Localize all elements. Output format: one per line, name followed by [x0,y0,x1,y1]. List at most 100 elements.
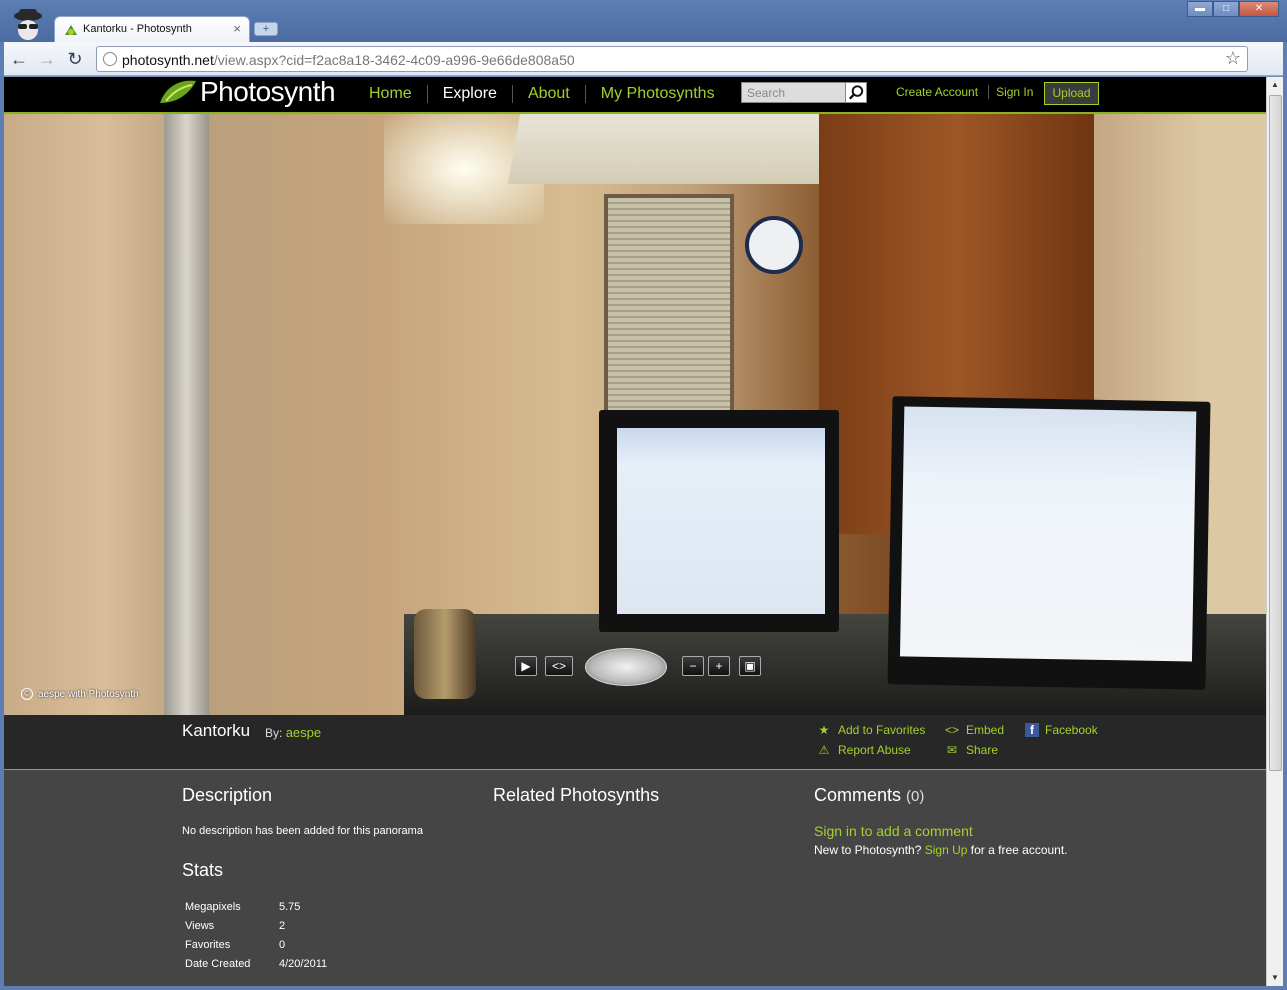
browser-toolbar: ← → ↻ photosynth.net/view.aspx?cid=f2ac8… [0,42,1287,109]
address-url[interactable]: photosynth.net/view.aspx?cid=f2ac8a18-34… [122,52,575,68]
description-text: No description has been added for this p… [182,825,423,837]
free-account-text: for a free account. [970,843,1068,857]
search-icon[interactable] [845,83,866,102]
star-icon: ★ [818,723,830,737]
comments-heading: Comments [814,785,902,805]
stats-row: Favorites 0 [185,935,327,954]
upload-button[interactable]: Upload [1044,82,1099,105]
navigation-orb[interactable] [585,648,667,686]
reload-icon[interactable]: ↻ [64,48,86,70]
nav-my-photosynths[interactable]: My Photosynths [586,85,730,103]
fullscreen-icon[interactable]: ▣ [739,656,761,676]
stats-value: 5.75 [279,900,301,913]
pillar [164,114,209,715]
synth-details: Description No description has been adde… [4,771,1266,986]
incognito-icon [14,9,42,40]
tab-close-button[interactable]: × [233,21,241,36]
scroll-up-icon[interactable]: ▲ [1267,77,1283,93]
comments-count: (0) [906,788,925,805]
report-abuse-link[interactable]: ⚠ Report Abuse [816,743,911,757]
maximize-button[interactable]: □ [1213,1,1239,17]
comments-heading-wrap: Comments (0) [814,785,924,806]
report-abuse-label: Report Abuse [838,743,911,757]
by-label: By: [265,726,283,740]
stats-row: Megapixels 5.75 [185,897,327,916]
share-label: Share [966,743,999,757]
back-arrow-icon[interactable]: ← [8,48,30,70]
search-placeholder: Search [747,86,786,100]
site-search-input[interactable]: Search [741,82,867,103]
url-host: photosynth.net [122,52,214,68]
embed-label: Embed [966,723,1005,737]
monitor-right [887,396,1211,690]
synth-byline: By: aespe [265,725,321,740]
new-to-text: New to Photosynth? [814,843,922,857]
bookmark-star-icon[interactable]: ☆ [1225,48,1241,69]
zoom-out-icon[interactable]: − [682,656,704,676]
photo-credit[interactable]: © aespe with Photosynth [21,688,139,700]
minimize-button[interactable]: ▬ [1187,1,1213,17]
stats-heading: Stats [182,860,224,880]
create-account-link[interactable]: Create Account [889,85,990,99]
tab-title: Kantorku - Photosynth [83,23,192,35]
play-icon[interactable]: ▶ [515,656,537,676]
share-link[interactable]: ✉ Share [944,743,998,757]
author-link[interactable]: aespe [286,725,321,740]
window-frame-bottom [0,986,1287,990]
description-heading: Description [182,785,273,805]
browser-tab-active[interactable]: Kantorku - Photosynth × [54,16,250,43]
nav-explore[interactable]: Explore [428,85,513,103]
stats-value: 0 [279,938,286,951]
sign-in-to-comment-link[interactable]: Sign in to add a comment [814,823,973,839]
window-controls: ▬ □ ✕ [1187,1,1279,17]
stats-label: Date Created [185,957,251,970]
facebook-label: Facebook [1045,723,1098,737]
embed-link[interactable]: <> Embed [944,723,1004,737]
scroll-down-icon[interactable]: ▼ [1267,970,1283,986]
panorama-viewer[interactable]: © aespe with Photosynth ▶ <> − + ▣ [4,114,1266,715]
new-tab-button[interactable]: + [254,22,278,36]
monitor-right-screen [899,406,1197,662]
forward-arrow-icon[interactable]: → [36,48,58,70]
nav-home[interactable]: Home [354,85,428,103]
viewer-controls: ▶ <> − + ▣ [511,644,761,686]
photosynth-logo[interactable]: Photosynth [156,77,336,109]
wall-clock [745,216,803,274]
page-content: Photosynth Home Explore About My Photosy… [4,77,1266,986]
close-window-button[interactable]: ✕ [1239,1,1279,17]
facebook-icon: f [1025,723,1039,737]
address-bar[interactable]: photosynth.net/view.aspx?cid=f2ac8a18-34… [96,46,1248,72]
vertical-scrollbar[interactable]: ▲ ▼ [1266,77,1283,986]
stats-table: Megapixels 5.75 Views 2 Favorites 0 Date Cr… [185,897,327,973]
site-header: Photosynth Home Explore About My Photosy… [4,77,1266,114]
browser-titlebar: Kantorku - Photosynth × + ▬ □ ✕ [0,0,1287,43]
scroll-thumb[interactable] [1269,95,1282,771]
sign-up-link[interactable]: Sign Up [925,843,968,857]
logo-text: Photosynth [200,77,336,107]
window-frame-right [1283,42,1287,986]
add-to-favorites-link[interactable]: ★ Add to Favorites [816,723,926,737]
glass-jar [414,609,476,699]
add-to-favorites-label: Add to Favorites [838,723,926,737]
stats-label: Favorites [185,938,231,951]
monitor-left [599,410,839,632]
pan-toggle-icon[interactable]: <> [545,656,573,676]
monitor-left-screen [617,428,825,614]
sign-in-link[interactable]: Sign In [989,85,1043,99]
window-blinds [604,194,734,424]
main-nav: Home Explore About My Photosynths [354,85,730,103]
stats-value: 4/20/2011 [279,957,328,970]
envelope-icon: ✉ [946,743,958,757]
url-path: /view.aspx?cid=f2ac8a18-3462-4c09-a996-9… [213,52,575,68]
nav-about[interactable]: About [513,85,586,103]
related-heading: Related Photosynths [493,785,660,805]
copyright-icon: © [21,688,33,700]
synth-info-bar: Kantorku By: aespe ★ Add to Favorites <>… [4,715,1266,770]
synth-title: Kantorku [182,721,251,740]
facebook-link[interactable]: f Facebook [1025,723,1098,737]
zoom-in-icon[interactable]: + [708,656,730,676]
photosynth-favicon-icon [65,25,77,35]
embed-icon: <> [944,723,959,737]
warning-icon: ⚠ [818,743,830,757]
stats-row: Views 2 [185,916,327,935]
